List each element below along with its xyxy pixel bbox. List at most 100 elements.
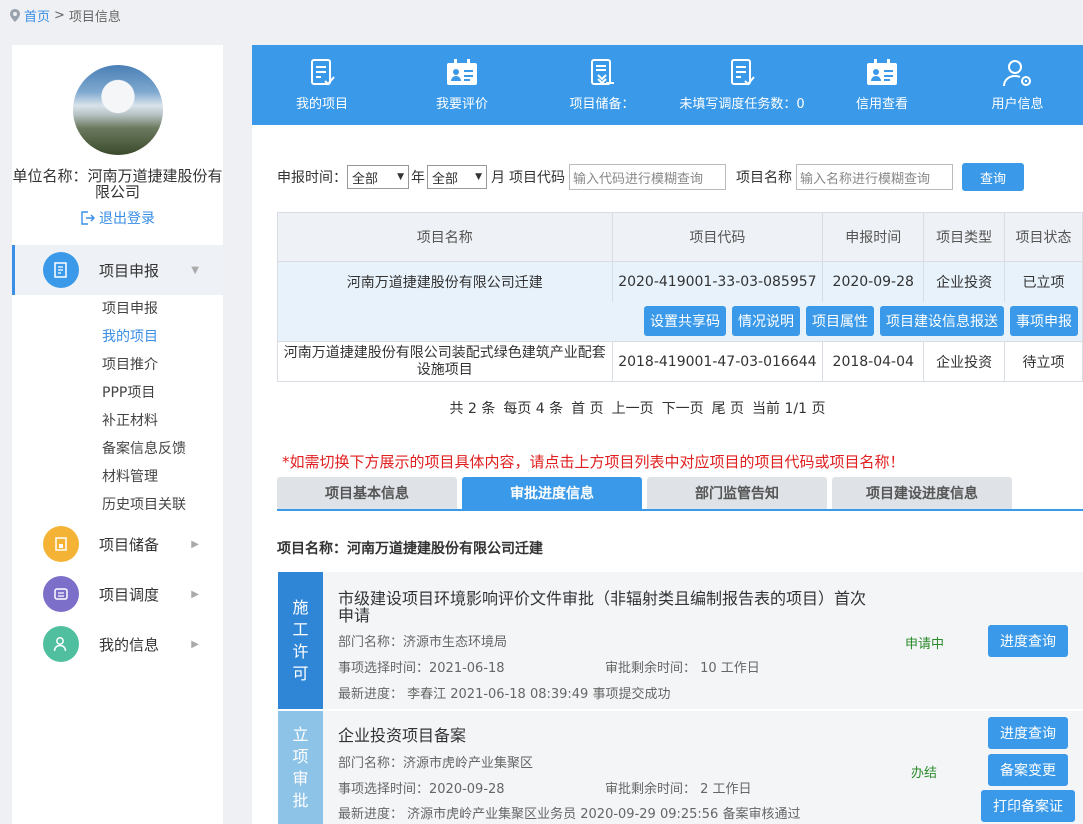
pager-next[interactable]: 下一页 — [662, 398, 704, 418]
breadcrumb: 首页 > 项目信息 — [10, 6, 121, 25]
list-icon — [43, 576, 79, 612]
approval-item-card: 立项审批 企业投资项目备案 部门名称：济源市虎岭产业集聚区 事项选择时间：202… — [278, 711, 1083, 824]
submenu-item-my-projects[interactable]: 我的项目 — [102, 323, 186, 351]
stage-label: 立项审批 — [278, 711, 323, 824]
col-header: 项目状态 — [1004, 212, 1083, 262]
pager-current: 当前 1/1 页 — [752, 401, 826, 417]
col-header: 申报时间 — [822, 212, 925, 262]
breadcrumb-current: 项目信息 — [68, 10, 121, 25]
nav-schedule-tasks[interactable]: 未填写调度任务数：0 — [672, 45, 812, 125]
table-row[interactable]: 河南万道捷建股份有限公司装配式绿色建筑产业配套设施项目 2018-419001-… — [277, 341, 1083, 382]
item-declare-button[interactable]: 事项申报 — [1010, 306, 1078, 337]
nav-label: 信用查看 — [855, 97, 908, 112]
sidebar-item-label: 项目调度 — [99, 585, 160, 604]
cell-project-code[interactable]: 2018-419001-47-03-016644 — [611, 341, 824, 382]
submenu-item-materials[interactable]: 材料管理 — [102, 463, 186, 491]
main-panel: 申报时间： 全部 ▼ 年 全部 ▼ 月 项目代码 输入代码进行模糊查询 项目名称… — [252, 125, 1083, 824]
unit-name: 单位名称：河南万道捷建股份有限公司 — [12, 167, 223, 201]
cell-project-name[interactable]: 河南万道捷建股份有限公司迁建 — [277, 261, 613, 302]
print-filing-cert-button[interactable]: 打印备案证 — [981, 790, 1075, 822]
location-pin-icon — [10, 9, 20, 22]
pager-last[interactable]: 尾 页 — [712, 398, 744, 418]
nav-project-reserve[interactable]: 项目储备： — [532, 45, 672, 125]
logout-label: 退出登录 — [99, 211, 155, 227]
id-card-icon — [867, 59, 897, 85]
submenu-item-history[interactable]: 历史项目关联 — [102, 491, 186, 519]
tab-construction-progress[interactable]: 项目建设进度信息 — [832, 477, 1012, 509]
nav-label: 项目储备： — [569, 97, 635, 112]
month-select[interactable]: 全部 ▼ — [427, 165, 487, 189]
construction-info-report-button[interactable]: 项目建设信息报送 — [880, 306, 1004, 337]
nav-my-projects[interactable]: 我的项目 — [252, 45, 392, 125]
submenu: 项目申报 我的项目 项目推介 PPP项目 补正材料 备案信息反馈 材料管理 历史… — [102, 295, 186, 519]
name-label: 项目名称 — [736, 170, 792, 186]
user-icon — [43, 626, 79, 662]
breadcrumb-home-link[interactable]: 首页 — [24, 6, 50, 25]
project-attribute-button[interactable]: 项目属性 — [806, 306, 874, 337]
nav-evaluate[interactable]: 我要评价 — [392, 45, 532, 125]
report-time-label: 申报时间： — [277, 170, 347, 186]
sidebar-item-project-declare[interactable]: 项目申报 ▼ — [12, 245, 223, 295]
tab-dept-supervision[interactable]: 部门监管告知 — [647, 477, 827, 509]
col-header: 项目名称 — [277, 212, 613, 262]
logout-link[interactable]: 退出登录 — [80, 208, 155, 228]
logout-icon — [81, 211, 95, 225]
nav-credit-check[interactable]: 信用查看 — [812, 45, 952, 125]
document-stack-icon — [591, 59, 614, 85]
table-header: 项目名称 项目代码 申报时间 项目类型 项目状态 — [277, 212, 1083, 262]
query-button[interactable]: 查询 — [962, 163, 1024, 191]
sidebar-item-project-reserve[interactable]: 项目储备 ▶ — [12, 519, 223, 569]
pager-first[interactable]: 首 页 — [571, 398, 603, 418]
latest-progress: 最新进度： 李春江 2021-06-18 08:39:49 事项提交成功 — [338, 687, 671, 702]
sidebar: 单位名称：河南万道捷建股份有限公司 退出登录 项目申报 ▼ 项目申报 我的项目 … — [12, 45, 223, 824]
table-row-actions: 设置共享码 情况说明 项目属性 项目建设信息报送 事项申报 — [277, 301, 1083, 342]
top-nav-bar: 我的项目 我要评价 项目储备： 未填写调度任务数：0 信用查看 用户信息 — [252, 45, 1083, 125]
nav-label: 我的项目 — [295, 97, 348, 112]
progress-query-button[interactable]: 进度查询 — [988, 717, 1068, 749]
nav-label: 未填写调度任务数：0 — [679, 97, 805, 112]
submenu-item-project-declare[interactable]: 项目申报 — [102, 295, 186, 323]
document-edit-icon — [43, 252, 79, 288]
tab-approval-progress[interactable]: 审批进度信息 — [462, 477, 642, 509]
sidebar-item-my-info[interactable]: 我的信息 ▶ — [12, 619, 223, 669]
table-row[interactable]: 河南万道捷建股份有限公司迁建 2020-419001-33-03-085957 … — [277, 261, 1083, 302]
name-search-input[interactable]: 输入名称进行模糊查询 — [796, 164, 953, 190]
actions-cell: 设置共享码 情况说明 项目属性 项目建设信息报送 事项申报 — [277, 301, 1083, 342]
submenu-item-project-promotion[interactable]: 项目推介 — [102, 351, 186, 379]
submenu-item-ppp[interactable]: PPP项目 — [102, 379, 186, 407]
tab-basic-info[interactable]: 项目基本信息 — [277, 477, 457, 509]
document-check-icon — [311, 59, 335, 86]
chevron-down-icon: ▼ — [191, 264, 199, 276]
item-title: 市级建设项目环境影响评价文件审批（非辐射类且编制报告表的项目）首次申请 — [338, 589, 867, 625]
year-select[interactable]: 全部 ▼ — [347, 165, 409, 189]
status-badge: 办结 — [911, 766, 938, 781]
sidebar-item-project-schedule[interactable]: 项目调度 ▶ — [12, 569, 223, 619]
pager-prev[interactable]: 上一页 — [612, 398, 654, 418]
nav-user-info[interactable]: 用户信息 — [952, 45, 1083, 125]
progress-query-button[interactable]: 进度查询 — [988, 625, 1068, 657]
cell-project-name[interactable]: 河南万道捷建股份有限公司装配式绿色建筑产业配套设施项目 — [277, 341, 613, 382]
month-suffix: 月 — [491, 170, 505, 186]
project-table: 项目名称 项目代码 申报时间 项目类型 项目状态 河南万道捷建股份有限公司迁建 … — [277, 212, 1083, 382]
submenu-item-supplement[interactable]: 补正材料 — [102, 407, 186, 435]
dropdown-arrow-icon: ▼ — [475, 172, 482, 182]
pager-per-page: 每页 4 条 — [503, 401, 564, 417]
latest-progress: 最新进度： 济源市虎岭产业集聚区业务员 2020-09-29 09:25:56 … — [338, 807, 801, 822]
select-time: 事项选择时间：2020-09-28 — [338, 782, 505, 797]
set-share-code-button[interactable]: 设置共享码 — [644, 306, 726, 337]
filing-change-button[interactable]: 备案变更 — [988, 754, 1068, 786]
cell-type: 企业投资 — [923, 341, 1006, 382]
nav-label: 我要评价 — [435, 97, 488, 112]
sidebar-item-label: 项目储备 — [99, 535, 160, 554]
code-search-input[interactable]: 输入代码进行模糊查询 — [569, 164, 726, 190]
cell-date: 2018-04-04 — [822, 341, 925, 382]
situation-note-button[interactable]: 情况说明 — [732, 306, 800, 337]
id-card-icon — [447, 59, 477, 85]
dropdown-arrow-icon: ▼ — [397, 172, 404, 182]
select-time: 事项选择时间：2021-06-18 — [338, 661, 505, 676]
submenu-item-filing-feedback[interactable]: 备案信息反馈 — [102, 435, 186, 463]
cell-project-code[interactable]: 2020-419001-33-03-085957 — [611, 261, 824, 302]
row-actions: 设置共享码 情况说明 项目属性 项目建设信息报送 事项申报 — [278, 306, 1082, 337]
cell-status: 待立项 — [1004, 341, 1083, 382]
cell-status: 已立项 — [1004, 261, 1083, 302]
